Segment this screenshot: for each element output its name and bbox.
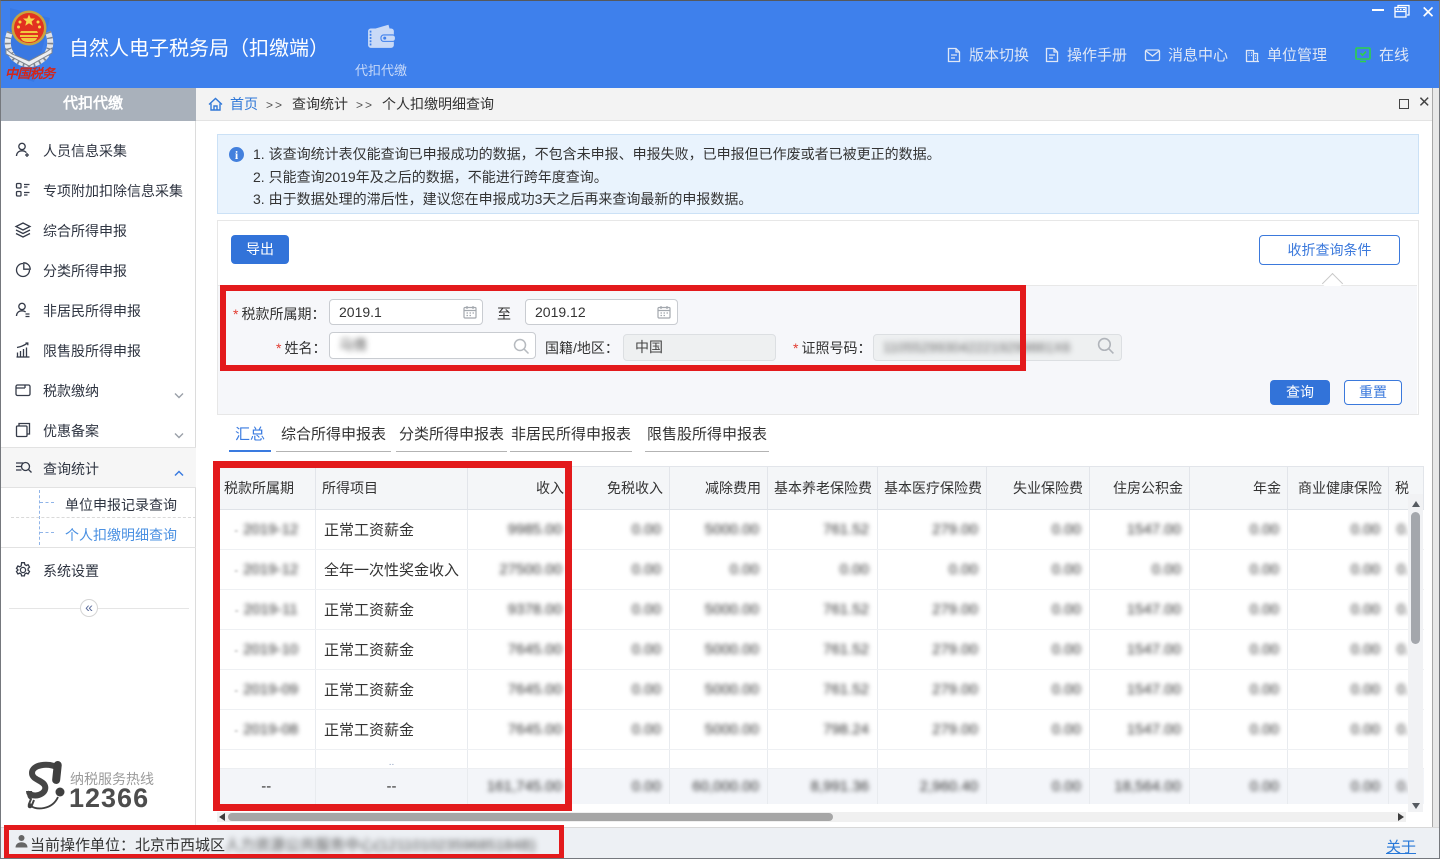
svg-text:中国税务: 中国税务 [5, 66, 57, 81]
